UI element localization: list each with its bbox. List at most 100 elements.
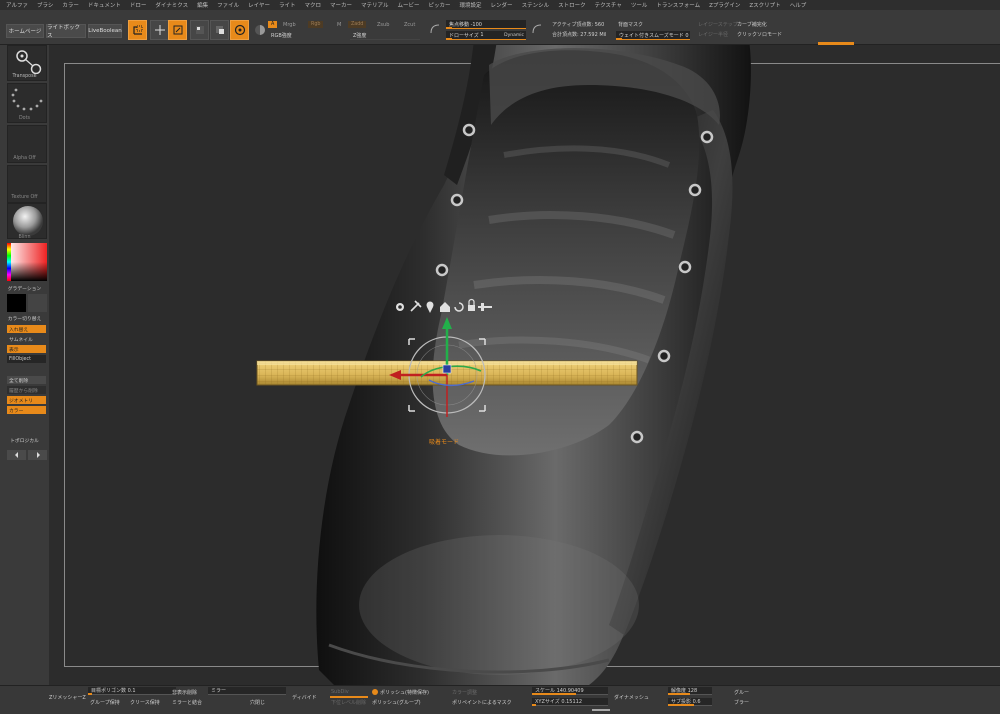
secondary-color-swatch[interactable] — [28, 294, 47, 312]
menu-item[interactable]: マクロ — [305, 1, 322, 9]
menu-item[interactable]: ツール — [631, 1, 648, 9]
active-points-icon-button[interactable] — [530, 22, 544, 36]
z-intensity-slider[interactable]: Z強度 — [350, 31, 420, 40]
menu-item[interactable]: レンダー — [491, 1, 513, 9]
weighted-smooth-label: ウェイト付きスムーズモード 0 — [619, 32, 689, 39]
menu-item[interactable]: ドロー — [130, 1, 147, 9]
dynamesh-button[interactable]: ダイナメッシュ — [614, 694, 649, 701]
scale-slider[interactable]: スケール 140.90409 — [532, 687, 608, 695]
click-solo-toggle[interactable]: クリックソロモード — [737, 31, 782, 38]
focal-curve-button[interactable] — [428, 22, 442, 36]
menu-item[interactable]: 環境設定 — [460, 1, 482, 9]
resolution-slider[interactable]: 解像度 128 — [668, 687, 712, 695]
material-tile[interactable] — [7, 203, 47, 239]
zremesher-button[interactable]: ZリメッシャーZ — [49, 694, 86, 701]
draw-size-slider[interactable]: ドローサイズ 1 Dynamic — [446, 31, 526, 40]
backface-mask-toggle[interactable]: 背面マスク — [618, 21, 643, 28]
rgb-button[interactable]: Rgb — [308, 21, 324, 28]
curve-snap-toggle[interactable]: カーブ補完化 — [737, 21, 767, 28]
weighted-smooth-slider[interactable]: ウェイト付きスムーズモード 0 — [616, 31, 690, 40]
move-mode-button[interactable] — [150, 20, 169, 40]
sub-projection-slider[interactable]: サブ投影 0.6 — [668, 698, 712, 706]
zsub-button[interactable]: Zsub — [377, 22, 389, 28]
left-arrow-icon — [14, 452, 18, 458]
scale-mode-button[interactable] — [190, 20, 209, 40]
color-adjust-button[interactable]: カラー調整 — [452, 689, 477, 696]
menu-item[interactable]: ムービー — [398, 1, 420, 9]
liveboolean-button[interactable]: LiveBoolean — [88, 24, 122, 38]
next-button[interactable] — [28, 450, 47, 460]
keep-creases-toggle[interactable]: クリース保持 — [130, 699, 160, 706]
mrgb-label[interactable]: Mrgb — [283, 22, 296, 28]
zcut-button[interactable]: Zcut — [404, 22, 415, 28]
mode-a-button[interactable]: A — [268, 21, 278, 28]
menu-item[interactable]: Zプラグイン — [709, 1, 740, 9]
subdiv-slider[interactable]: SubDiv — [331, 689, 349, 695]
gizmo-3d-button[interactable] — [230, 20, 249, 40]
rotate-mode-button[interactable] — [210, 20, 229, 40]
fill-all-button[interactable]: 全て削除 — [7, 376, 46, 384]
fill-from-history-button[interactable]: 履歴から削除 — [7, 386, 46, 394]
blur-slider[interactable]: ブラー — [734, 699, 749, 706]
menu-item[interactable]: 編集 — [197, 1, 208, 9]
delete-lower-button[interactable]: 下位レベル削除 — [331, 699, 366, 706]
mirror-weld-button[interactable]: ミラーと結合 — [172, 699, 202, 706]
xyz-size-slider[interactable]: XYZサイズ 0.15112 — [532, 698, 608, 706]
focal-shift-slider[interactable]: 焦点移動 -100 — [446, 20, 526, 29]
show-button[interactable]: 表示 — [7, 345, 46, 353]
color-picker[interactable] — [7, 243, 47, 281]
swap-button[interactable]: 入れ替え — [7, 325, 46, 333]
menu-item[interactable]: マーカー — [330, 1, 352, 9]
lazy-step-slider[interactable]: レイジーステップ — [698, 21, 738, 28]
mask-by-polypaint-button[interactable]: ポリペイントによるマスク — [452, 699, 512, 706]
menu-item[interactable]: ステンシル — [522, 1, 550, 9]
lazy-radius-slider[interactable]: レイジー半径 — [698, 31, 728, 38]
polish-groups-toggle[interactable]: ポリッシュ(グループ) — [372, 699, 421, 706]
menu-item[interactable]: ブラシ — [37, 1, 53, 9]
rgb-intensity-slider[interactable]: RGB強度 — [268, 31, 348, 40]
delete-hidden-button[interactable]: 非表示削除 — [172, 689, 197, 696]
keep-groups-toggle[interactable]: グループ保持 — [90, 699, 120, 706]
viewport-canvas[interactable]: 吸着モード — [49, 45, 1000, 685]
menu-item[interactable]: ストローク — [558, 1, 586, 9]
edit-mode-button[interactable] — [128, 20, 147, 40]
menu-item[interactable]: カラー — [62, 1, 79, 9]
menu-item[interactable]: レイヤー — [248, 1, 270, 9]
menu-item[interactable]: ライト — [279, 1, 296, 9]
shoe-model[interactable] — [49, 45, 1000, 685]
zadd-button[interactable]: Zadd — [348, 21, 367, 28]
geometry-button[interactable]: ジオメトリ — [7, 396, 46, 404]
prev-button[interactable] — [7, 450, 26, 460]
menu-item[interactable]: テクスチャ — [595, 1, 622, 9]
menu-item[interactable]: ヘルプ — [790, 1, 807, 9]
mirror-button[interactable]: ミラー — [208, 687, 286, 695]
home-page-button[interactable]: ホームページ — [6, 24, 44, 38]
texture-label: Texture Off — [11, 195, 38, 200]
polish-features-toggle[interactable]: ポリッシュ(特徴保存) — [380, 689, 429, 696]
rgb-intensity-label: RGB強度 — [271, 33, 292, 39]
m-button[interactable]: M — [337, 22, 341, 28]
target-polygon-slider[interactable]: 目標ポリゴン数 0.1 — [88, 687, 176, 695]
main-color-swatch[interactable] — [7, 294, 26, 312]
material-sphere-button[interactable] — [250, 20, 269, 40]
lightbox-button[interactable]: ライトボックス — [46, 24, 86, 39]
hue-strip[interactable] — [7, 243, 11, 281]
menu-item[interactable]: ピッカー — [429, 1, 451, 9]
curve-icon — [532, 24, 542, 34]
menu-item[interactable]: アルファ — [6, 1, 28, 9]
draw-mode-button[interactable] — [168, 20, 187, 40]
menu-item[interactable]: ドキュメント — [88, 1, 121, 9]
dynamic-toggle[interactable]: Dynamic — [504, 33, 524, 38]
groups-toggle[interactable]: グルー — [734, 689, 749, 696]
total-points-readout: 合計頂点数: 27.592 Mil — [552, 32, 607, 38]
close-holes-button[interactable]: 穴閉じ — [250, 699, 265, 706]
active-points-readout: アクティブ頂点数: 560 — [552, 22, 605, 28]
menu-item[interactable]: ファイル — [217, 1, 239, 9]
menu-item[interactable]: トランスフォーム — [656, 1, 700, 9]
menu-item[interactable]: マテリアル — [361, 1, 388, 9]
color-button[interactable]: カラー — [7, 406, 46, 414]
divide-button[interactable]: ディバイド — [292, 694, 317, 701]
fillobject-button[interactable]: FillObject — [7, 355, 46, 363]
menu-item[interactable]: ダイナミクス — [155, 1, 188, 9]
menu-item[interactable]: Zスクリプト — [749, 1, 780, 9]
